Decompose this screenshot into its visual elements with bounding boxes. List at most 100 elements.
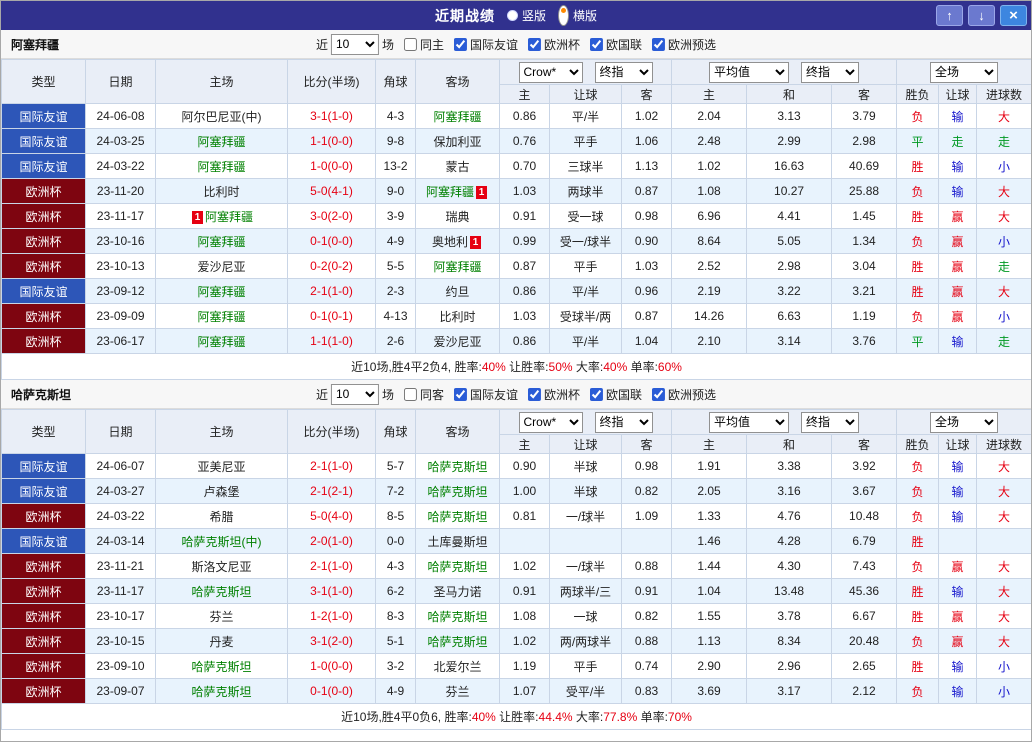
same-venue-checkbox-label[interactable]: 同主 (397, 36, 444, 53)
competition-checkbox-0-label[interactable]: 国际友谊 (447, 386, 518, 403)
matches-label: 场 (382, 36, 394, 53)
corners-cell: 5-5 (376, 254, 416, 279)
average-odds-select[interactable]: 平均值 (709, 62, 789, 83)
competition-checkbox-2-text: 欧国联 (606, 386, 642, 403)
result-winloss-cell: 负 (897, 229, 939, 254)
result-winloss-cell: 胜 (897, 254, 939, 279)
crown-final-index-select[interactable]: 终指 (595, 412, 653, 433)
competition-checkbox-3[interactable] (652, 388, 665, 401)
corners-cell: 8-3 (376, 604, 416, 629)
competition-checkbox-2-label[interactable]: 欧国联 (583, 36, 642, 53)
away-team-cell: 阿塞拜疆 (416, 104, 500, 129)
avg-draw-odds-cell: 3.17 (747, 679, 832, 704)
match-scope-select[interactable]: 全场 (930, 62, 998, 83)
avg-home-odds-cell: 1.55 (672, 604, 747, 629)
crown-home-odds-cell: 0.99 (500, 229, 550, 254)
result-winloss-cell: 负 (897, 679, 939, 704)
competition-type-cell: 欧洲杯 (2, 504, 86, 529)
avg-away-odds-cell: 3.21 (832, 279, 897, 304)
same-venue-checkbox-label[interactable]: 同客 (397, 386, 444, 403)
bookmaker-select[interactable]: Crow* (519, 412, 583, 433)
crown-handicap-cell: 受球半/两 (550, 304, 622, 329)
same-venue-checkbox[interactable] (404, 38, 417, 51)
date-cell: 24-06-07 (86, 454, 156, 479)
summary-segment: 77.8% (603, 710, 637, 724)
move-down-button[interactable]: ↓ (968, 5, 995, 26)
summary-row: 近10场,胜4平0负6, 胜率:40% 让胜率:44.4% 大率:77.8% 单… (2, 704, 1032, 730)
away-team-cell: 约旦 (416, 279, 500, 304)
bookmaker-select[interactable]: Crow* (519, 62, 583, 83)
home-team-cell: 哈萨克斯坦 (156, 579, 288, 604)
result-goals-cell: 小 (977, 679, 1032, 704)
sub-column-header: 让球 (550, 85, 622, 104)
date-cell: 23-10-17 (86, 604, 156, 629)
team-label: 斯洛文尼亚 (191, 560, 251, 574)
competition-checkbox-1-label[interactable]: 欧洲杯 (521, 386, 580, 403)
competition-checkbox-1-label[interactable]: 欧洲杯 (521, 36, 580, 53)
match-count-select[interactable]: 10 (331, 384, 379, 405)
radio-label-vertical: 竖版 (522, 7, 546, 24)
move-up-button[interactable]: ↑ (936, 5, 963, 26)
competition-checkbox-1[interactable] (528, 38, 541, 51)
competition-checkbox-0[interactable] (454, 388, 467, 401)
competition-checkbox-2-text: 欧国联 (606, 36, 642, 53)
summary-segment: 胜率: (454, 360, 481, 374)
result-winloss-cell: 胜 (897, 154, 939, 179)
layout-radio-horizontal[interactable]: 横版 (558, 5, 597, 26)
layout-radio-vertical[interactable]: 竖版 (507, 7, 546, 24)
date-cell: 23-09-09 (86, 304, 156, 329)
competition-type-cell: 欧洲杯 (2, 604, 86, 629)
avg-away-odds-cell: 2.98 (832, 129, 897, 154)
crown-away-odds-cell: 0.88 (622, 629, 672, 654)
competition-checkbox-3[interactable] (652, 38, 665, 51)
odds-group-header: Crow* 终指 (500, 410, 672, 435)
crown-away-odds-cell: 0.96 (622, 279, 672, 304)
competition-checkbox-2[interactable] (590, 388, 603, 401)
crown-final-index-select[interactable]: 终指 (595, 62, 653, 83)
home-team-cell: 1阿塞拜疆 (156, 204, 288, 229)
sub-column-header: 进球数 (977, 435, 1032, 454)
crown-away-odds-cell: 0.91 (622, 579, 672, 604)
crown-handicap-cell: 平/半 (550, 329, 622, 354)
match-scope-select[interactable]: 全场 (930, 412, 998, 433)
crown-handicap-cell: 两球半/三 (550, 579, 622, 604)
sub-column-header: 胜负 (897, 435, 939, 454)
score-cell: 2-1(1-0) (288, 454, 376, 479)
crown-handicap-cell: 受平/半 (550, 679, 622, 704)
avg-draw-odds-cell: 10.27 (747, 179, 832, 204)
result-goals-cell: 大 (977, 204, 1032, 229)
match-row: 国际友谊24-06-08阿尔巴尼亚(中)3-1(1-0)4-3阿塞拜疆0.86平… (2, 104, 1032, 129)
result-goals-cell: 大 (977, 579, 1032, 604)
team-section: 哈萨克斯坦近10场同客国际友谊欧洲杯欧国联欧洲预选类型日期主场比分(半场)角球客… (1, 380, 1031, 730)
crown-handicap-cell (550, 529, 622, 554)
odds-group-header: 全场 (897, 410, 1032, 435)
avg-home-odds-cell: 2.52 (672, 254, 747, 279)
competition-checkbox-1[interactable] (528, 388, 541, 401)
competition-checkbox-2-label[interactable]: 欧国联 (583, 386, 642, 403)
recent-results-popup: 近期战绩 竖版 横版 ↑ ↓ × 阿塞拜疆近10场同主国际友谊欧洲杯欧国联欧洲预… (0, 0, 1032, 742)
sub-column-header: 让球 (939, 85, 977, 104)
close-button[interactable]: × (1000, 5, 1027, 26)
summary-segment: 50% (549, 360, 573, 374)
competition-checkbox-3-label[interactable]: 欧洲预选 (645, 36, 716, 53)
result-handicap-cell (939, 529, 977, 554)
competition-checkbox-2[interactable] (590, 38, 603, 51)
team-label: 哈萨克斯坦(中) (182, 535, 262, 549)
column-header: 主场 (156, 60, 288, 104)
result-goals-cell: 大 (977, 554, 1032, 579)
average-odds-select[interactable]: 平均值 (709, 412, 789, 433)
team-label: 哈萨克斯坦 (427, 560, 487, 574)
euro-final-index-select[interactable]: 终指 (801, 62, 859, 83)
result-handicap-cell: 赢 (939, 554, 977, 579)
competition-checkbox-0-label[interactable]: 国际友谊 (447, 36, 518, 53)
avg-draw-odds-cell: 2.96 (747, 654, 832, 679)
result-goals-cell: 小 (977, 304, 1032, 329)
euro-final-index-select[interactable]: 终指 (801, 412, 859, 433)
competition-checkbox-0[interactable] (454, 38, 467, 51)
match-count-select[interactable]: 10 (331, 34, 379, 55)
avg-home-odds-cell: 14.26 (672, 304, 747, 329)
competition-checkbox-3-label[interactable]: 欧洲预选 (645, 386, 716, 403)
away-team-cell: 圣马力诺 (416, 579, 500, 604)
same-venue-checkbox[interactable] (404, 388, 417, 401)
team-label: 哈萨克斯坦 (191, 660, 251, 674)
